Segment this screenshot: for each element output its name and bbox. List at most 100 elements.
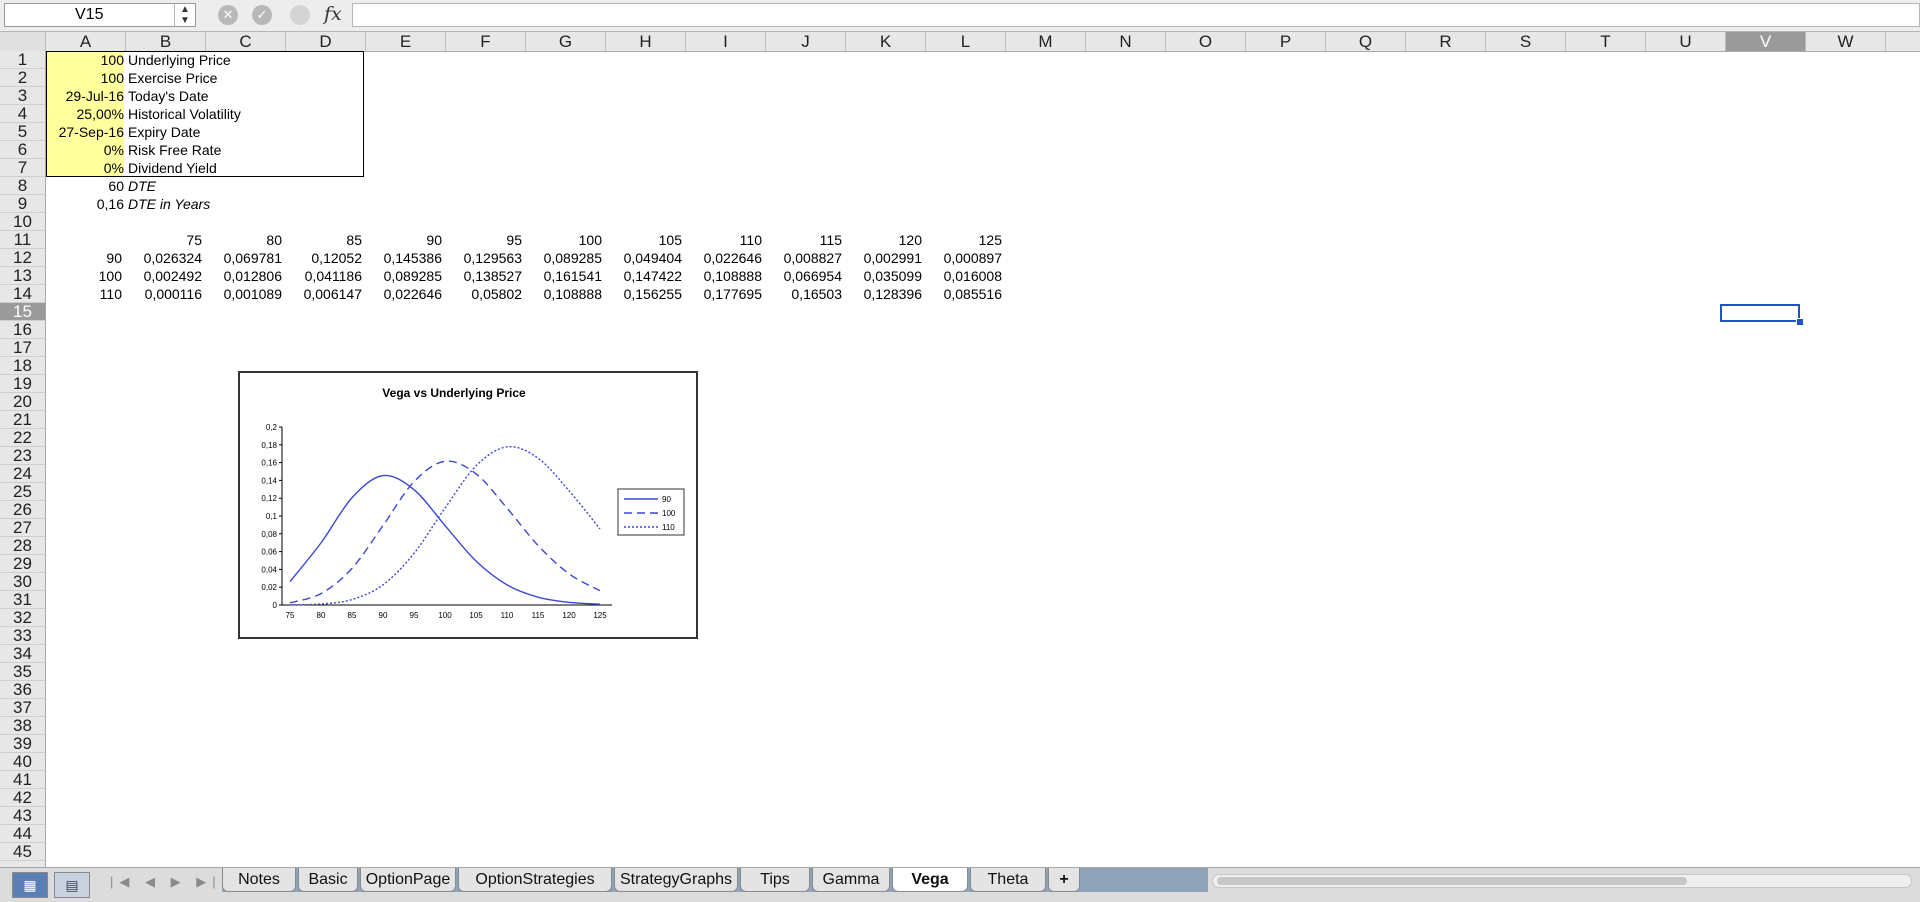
- column-header-o[interactable]: O: [1166, 32, 1246, 51]
- name-box[interactable]: V15 ▲ ▼: [4, 3, 196, 27]
- table-value-cell[interactable]: 0,089285: [526, 249, 602, 267]
- row-header-18[interactable]: 18: [0, 357, 45, 375]
- sheet-nav-arrows-icon[interactable]: |◀ ◀ ▶ ▶|: [110, 874, 222, 890]
- normal-view-icon[interactable]: ▦: [12, 872, 48, 898]
- column-header-t[interactable]: T: [1566, 32, 1646, 51]
- formula-input[interactable]: [352, 3, 1920, 27]
- table-value-cell[interactable]: 0,128396: [846, 285, 922, 303]
- row-header-41[interactable]: 41: [0, 771, 45, 789]
- row-header-22[interactable]: 22: [0, 429, 45, 447]
- table-value-cell[interactable]: 0,016008: [926, 267, 1002, 285]
- row-header-3[interactable]: 3: [0, 87, 45, 105]
- row-header-35[interactable]: 35: [0, 663, 45, 681]
- row-header-44[interactable]: 44: [0, 825, 45, 843]
- row-header-17[interactable]: 17: [0, 339, 45, 357]
- table-value-cell[interactable]: 0,066954: [766, 267, 842, 285]
- table-value-cell[interactable]: 0,147422: [606, 267, 682, 285]
- row-header-6[interactable]: 6: [0, 141, 45, 159]
- column-header-h[interactable]: H: [606, 32, 686, 51]
- row-header-20[interactable]: 20: [0, 393, 45, 411]
- confirm-icon[interactable]: ✓: [252, 5, 272, 25]
- row-header-9[interactable]: 9: [0, 195, 45, 213]
- sheet-tab-vega[interactable]: Vega: [892, 868, 968, 892]
- table-value-cell[interactable]: 0,138527: [446, 267, 522, 285]
- row-header-32[interactable]: 32: [0, 609, 45, 627]
- table-value-cell[interactable]: 0,16503: [766, 285, 842, 303]
- derived-label-cell[interactable]: DTE: [128, 177, 364, 195]
- column-header-x[interactable]: X: [1886, 32, 1920, 51]
- row-header-19[interactable]: 19: [0, 375, 45, 393]
- selected-cell[interactable]: [1720, 304, 1800, 322]
- column-header-q[interactable]: Q: [1326, 32, 1406, 51]
- row-header-13[interactable]: 13: [0, 267, 45, 285]
- table-value-cell[interactable]: 0,108888: [526, 285, 602, 303]
- row-header-40[interactable]: 40: [0, 753, 45, 771]
- table-value-cell[interactable]: 0,041186: [286, 267, 362, 285]
- table-value-cell[interactable]: 0,000897: [926, 249, 1002, 267]
- row-header-34[interactable]: 34: [0, 645, 45, 663]
- row-header-28[interactable]: 28: [0, 537, 45, 555]
- select-all-corner[interactable]: [0, 32, 46, 51]
- row-header-36[interactable]: 36: [0, 681, 45, 699]
- table-value-cell[interactable]: 0,000116: [126, 285, 202, 303]
- table-header-cell[interactable]: 125: [926, 231, 1002, 249]
- row-header-25[interactable]: 25: [0, 483, 45, 501]
- column-header-i[interactable]: I: [686, 32, 766, 51]
- page-layout-view-icon[interactable]: ▤: [54, 872, 90, 898]
- column-header-c[interactable]: C: [206, 32, 286, 51]
- row-header-43[interactable]: 43: [0, 807, 45, 825]
- row-header-2[interactable]: 2: [0, 69, 45, 87]
- derived-label-cell[interactable]: DTE in Years: [128, 195, 364, 213]
- table-value-cell[interactable]: 0,161541: [526, 267, 602, 285]
- row-header-30[interactable]: 30: [0, 573, 45, 591]
- column-header-v[interactable]: V: [1726, 32, 1806, 51]
- table-header-cell[interactable]: 85: [286, 231, 362, 249]
- table-header-cell[interactable]: 75: [126, 231, 202, 249]
- table-value-cell[interactable]: 0,108888: [686, 267, 762, 285]
- cancel-icon[interactable]: ✕: [218, 5, 238, 25]
- vega-chart[interactable]: Vega vs Underlying Price 0 0,02 0,04 0,06 0,…: [238, 371, 698, 639]
- table-value-cell[interactable]: 0,001089: [206, 285, 282, 303]
- scrollbar-thumb[interactable]: [1217, 877, 1687, 885]
- table-value-cell[interactable]: 0,12052: [286, 249, 362, 267]
- row-header-31[interactable]: 31: [0, 591, 45, 609]
- table-value-cell[interactable]: 0,012806: [206, 267, 282, 285]
- row-header-27[interactable]: 27: [0, 519, 45, 537]
- row-header-38[interactable]: 38: [0, 717, 45, 735]
- table-value-cell[interactable]: 0,006147: [286, 285, 362, 303]
- table-value-cell[interactable]: 0,177695: [686, 285, 762, 303]
- table-value-cell[interactable]: 0,085516: [926, 285, 1002, 303]
- row-header-39[interactable]: 39: [0, 735, 45, 753]
- derived-value-cell[interactable]: 0,16: [46, 195, 124, 213]
- spreadsheet-grid[interactable]: ABCDEFGHIJKLMNOPQRSTUVWX 123456789101112…: [0, 32, 1920, 867]
- row-header-26[interactable]: 26: [0, 501, 45, 519]
- column-header-g[interactable]: G: [526, 32, 606, 51]
- table-value-cell[interactable]: 0,022646: [366, 285, 442, 303]
- row-header-42[interactable]: 42: [0, 789, 45, 807]
- sheet-tab-notes[interactable]: Notes: [222, 868, 296, 892]
- sheet-tab-theta[interactable]: Theta: [970, 868, 1046, 892]
- column-header-p[interactable]: P: [1246, 32, 1326, 51]
- table-header-cell[interactable]: 80: [206, 231, 282, 249]
- add-sheet-button[interactable]: +: [1048, 868, 1080, 892]
- column-header-k[interactable]: K: [846, 32, 926, 51]
- row-header-1[interactable]: 1: [0, 51, 45, 69]
- table-header-cell[interactable]: 100: [526, 231, 602, 249]
- column-header-j[interactable]: J: [766, 32, 846, 51]
- column-header-w[interactable]: W: [1806, 32, 1886, 51]
- table-value-cell[interactable]: 0,008827: [766, 249, 842, 267]
- sheet-tab-strategygraphs[interactable]: StrategyGraphs: [614, 868, 738, 892]
- row-header-33[interactable]: 33: [0, 627, 45, 645]
- column-header-f[interactable]: F: [446, 32, 526, 51]
- column-header-m[interactable]: M: [1006, 32, 1086, 51]
- column-header-u[interactable]: U: [1646, 32, 1726, 51]
- row-header-37[interactable]: 37: [0, 699, 45, 717]
- row-header-5[interactable]: 5: [0, 123, 45, 141]
- table-value-cell[interactable]: 0,05802: [446, 285, 522, 303]
- sheet-tab-optionpage[interactable]: OptionPage: [360, 868, 456, 892]
- column-header-a[interactable]: A: [46, 32, 126, 51]
- sheet-tab-basic[interactable]: Basic: [298, 868, 358, 892]
- table-header-cell[interactable]: 110: [686, 231, 762, 249]
- table-value-cell[interactable]: 0,002492: [126, 267, 202, 285]
- row-header-23[interactable]: 23: [0, 447, 45, 465]
